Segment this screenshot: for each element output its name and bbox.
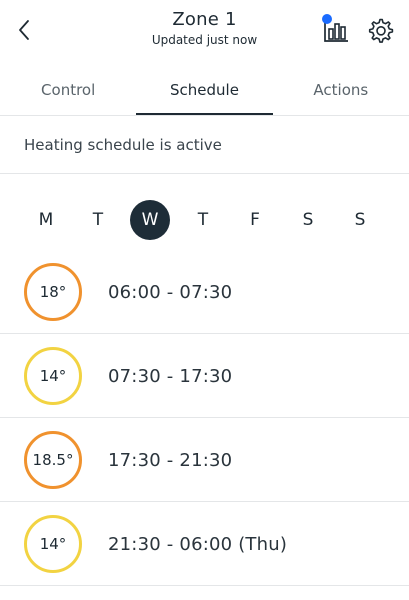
time-range: 17:30 - 21:30 <box>108 449 233 471</box>
tab-schedule[interactable]: Schedule <box>136 64 273 115</box>
temperature-badge: 14° <box>24 515 82 573</box>
temperature-badge: 14° <box>24 347 82 405</box>
schedule-entry[interactable]: 18.5° 17:30 - 21:30 <box>0 418 409 502</box>
temperature-badge: 18° <box>24 263 82 321</box>
schedule-status: Heating schedule is active <box>0 116 409 174</box>
day-sunday[interactable]: S <box>340 200 380 240</box>
settings-button[interactable] <box>366 16 394 44</box>
temperature-badge: 18.5° <box>24 431 82 489</box>
tab-actions[interactable]: Actions <box>273 64 409 115</box>
stats-button[interactable] <box>318 14 354 46</box>
tab-bar: Control Schedule Actions <box>0 64 409 116</box>
tab-control[interactable]: Control <box>0 64 136 115</box>
day-selector: M T W T F S S <box>0 200 409 242</box>
time-range: 07:30 - 17:30 <box>108 365 233 387</box>
day-wednesday[interactable]: W <box>130 200 170 240</box>
header: Zone 1 Updated just now <box>0 0 409 64</box>
day-monday[interactable]: M <box>26 200 66 240</box>
day-saturday[interactable]: S <box>288 200 328 240</box>
day-thursday[interactable]: T <box>183 200 223 240</box>
day-friday[interactable]: F <box>235 200 275 240</box>
schedule-entry[interactable]: 14° 21:30 - 06:00 (Thu) <box>0 502 409 586</box>
gear-icon <box>368 18 394 43</box>
schedule-entry[interactable]: 14° 07:30 - 17:30 <box>0 334 409 418</box>
time-range: 06:00 - 07:30 <box>108 281 233 303</box>
day-tuesday[interactable]: T <box>78 200 118 240</box>
time-range: 21:30 - 06:00 (Thu) <box>108 533 288 555</box>
schedule-entry[interactable]: 18° 06:00 - 07:30 <box>0 250 409 334</box>
notification-dot <box>322 14 332 24</box>
